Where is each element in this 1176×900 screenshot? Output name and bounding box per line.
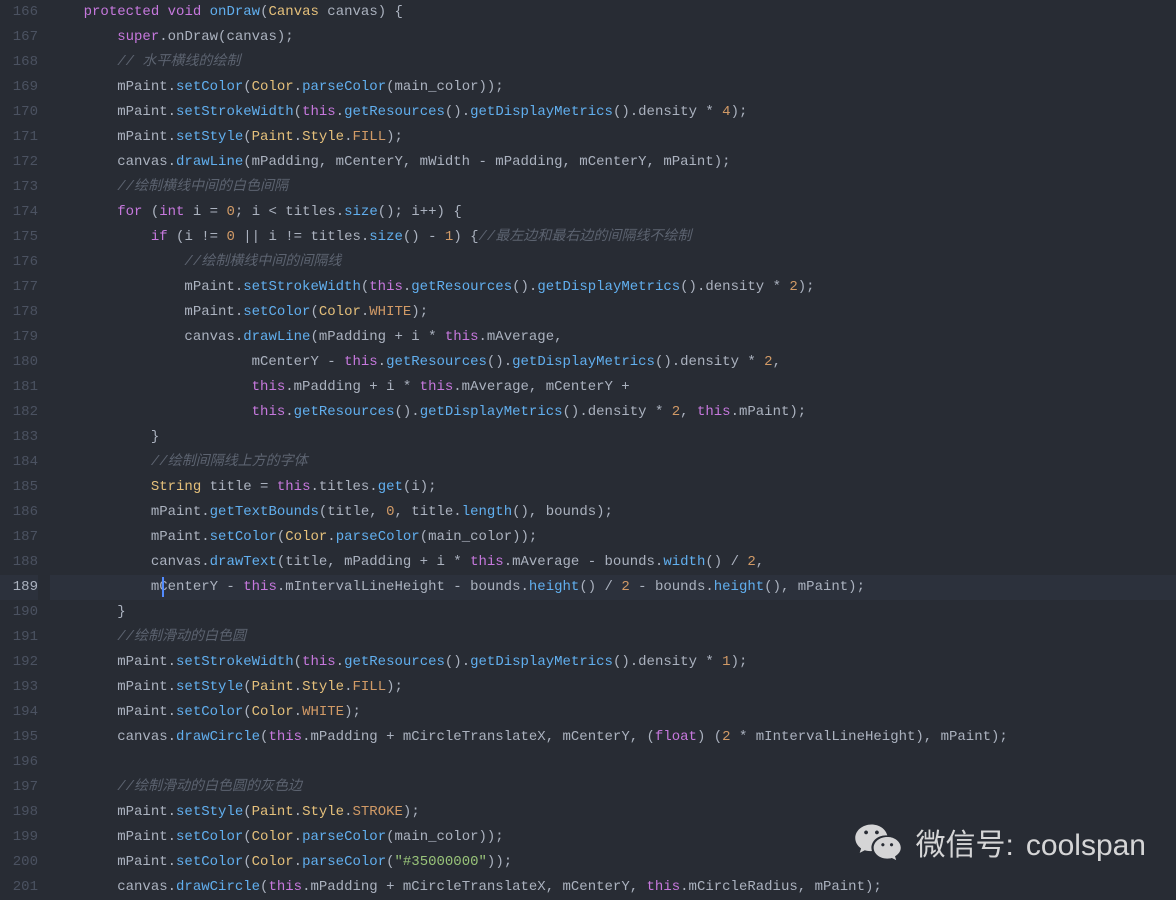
line-number: 197	[0, 775, 38, 800]
line-number: 176	[0, 250, 38, 275]
line-number: 173	[0, 175, 38, 200]
code-line[interactable]: // 水平横线的绘制	[50, 50, 1176, 75]
code-line[interactable]: mPaint.setColor(Color.parseColor(main_co…	[50, 525, 1176, 550]
code-line[interactable]: mPaint.setColor(Color.parseColor(main_co…	[50, 75, 1176, 100]
code-line[interactable]: canvas.drawCircle(this.mPadding + mCircl…	[50, 875, 1176, 900]
line-number: 170	[0, 100, 38, 125]
line-number: 171	[0, 125, 38, 150]
code-line[interactable]: String title = this.titles.get(i);	[50, 475, 1176, 500]
code-line[interactable]	[50, 750, 1176, 775]
line-number: 195	[0, 725, 38, 750]
line-number: 187	[0, 525, 38, 550]
text-cursor	[162, 577, 164, 597]
code-area[interactable]: protected void onDraw(Canvas canvas) { s…	[50, 0, 1176, 898]
code-line[interactable]: mPaint.setStrokeWidth(this.getResources(…	[50, 100, 1176, 125]
line-number: 169	[0, 75, 38, 100]
code-line[interactable]: mPaint.getTextBounds(title, 0, title.len…	[50, 500, 1176, 525]
code-line[interactable]: mPaint.setColor(Color.parseColor(main_co…	[50, 825, 1176, 850]
line-number-gutter: 1661671681691701711721731741751761771781…	[0, 0, 50, 898]
line-number: 168	[0, 50, 38, 75]
code-line[interactable]: mPaint.setStrokeWidth(this.getResources(…	[50, 650, 1176, 675]
code-line[interactable]: this.getResources().getDisplayMetrics().…	[50, 400, 1176, 425]
line-number: 189	[0, 575, 38, 600]
code-line[interactable]: mPaint.setStyle(Paint.Style.FILL);	[50, 675, 1176, 700]
code-line[interactable]: canvas.drawLine(mPadding + i * this.mAve…	[50, 325, 1176, 350]
code-line[interactable]: mPaint.setColor(Color.WHITE);	[50, 700, 1176, 725]
code-line[interactable]: //绘制横线中间的间隔线	[50, 250, 1176, 275]
line-number: 188	[0, 550, 38, 575]
line-number: 198	[0, 800, 38, 825]
code-line[interactable]: if (i != 0 || i != titles.size() - 1) {/…	[50, 225, 1176, 250]
code-line[interactable]: //绘制间隔线上方的字体	[50, 450, 1176, 475]
code-line[interactable]: mCenterY - this.getResources().getDispla…	[50, 350, 1176, 375]
code-line[interactable]: mPaint.setColor(Color.WHITE);	[50, 300, 1176, 325]
line-number: 182	[0, 400, 38, 425]
code-line[interactable]: mPaint.setStyle(Paint.Style.STROKE);	[50, 800, 1176, 825]
line-number: 177	[0, 275, 38, 300]
line-number: 185	[0, 475, 38, 500]
line-number: 186	[0, 500, 38, 525]
code-line[interactable]: canvas.drawText(title, mPadding + i * th…	[50, 550, 1176, 575]
code-line[interactable]: super.onDraw(canvas);	[50, 25, 1176, 50]
code-line[interactable]: }	[50, 600, 1176, 625]
line-number: 175	[0, 225, 38, 250]
line-number: 178	[0, 300, 38, 325]
code-line[interactable]: protected void onDraw(Canvas canvas) {	[50, 0, 1176, 25]
line-number: 183	[0, 425, 38, 450]
line-number: 180	[0, 350, 38, 375]
code-line[interactable]: mPaint.setColor(Color.parseColor("#35000…	[50, 850, 1176, 875]
line-number: 192	[0, 650, 38, 675]
code-line[interactable]: mCenterY - this.mIntervalLineHeight - bo…	[50, 575, 1176, 600]
code-editor[interactable]: 1661671681691701711721731741751761771781…	[0, 0, 1176, 898]
line-number: 190	[0, 600, 38, 625]
line-number: 174	[0, 200, 38, 225]
line-number: 166	[0, 0, 38, 25]
code-line[interactable]: mPaint.setStyle(Paint.Style.FILL);	[50, 125, 1176, 150]
line-number: 184	[0, 450, 38, 475]
line-number: 199	[0, 825, 38, 850]
line-number: 179	[0, 325, 38, 350]
line-number: 191	[0, 625, 38, 650]
code-line[interactable]: //绘制滑动的白色圆的灰色边	[50, 775, 1176, 800]
code-line[interactable]: mPaint.setStrokeWidth(this.getResources(…	[50, 275, 1176, 300]
code-line[interactable]: //绘制横线中间的白色间隔	[50, 175, 1176, 200]
line-number: 196	[0, 750, 38, 775]
code-line[interactable]: }	[50, 425, 1176, 450]
line-number: 193	[0, 675, 38, 700]
line-number: 172	[0, 150, 38, 175]
line-number: 194	[0, 700, 38, 725]
code-line[interactable]: canvas.drawCircle(this.mPadding + mCircl…	[50, 725, 1176, 750]
code-line[interactable]: canvas.drawLine(mPadding, mCenterY, mWid…	[50, 150, 1176, 175]
line-number: 181	[0, 375, 38, 400]
code-line[interactable]: //绘制滑动的白色圆	[50, 625, 1176, 650]
line-number: 201	[0, 875, 38, 900]
code-line[interactable]: for (int i = 0; i < titles.size(); i++) …	[50, 200, 1176, 225]
line-number: 200	[0, 850, 38, 875]
line-number: 167	[0, 25, 38, 50]
code-line[interactable]: this.mPadding + i * this.mAverage, mCent…	[50, 375, 1176, 400]
